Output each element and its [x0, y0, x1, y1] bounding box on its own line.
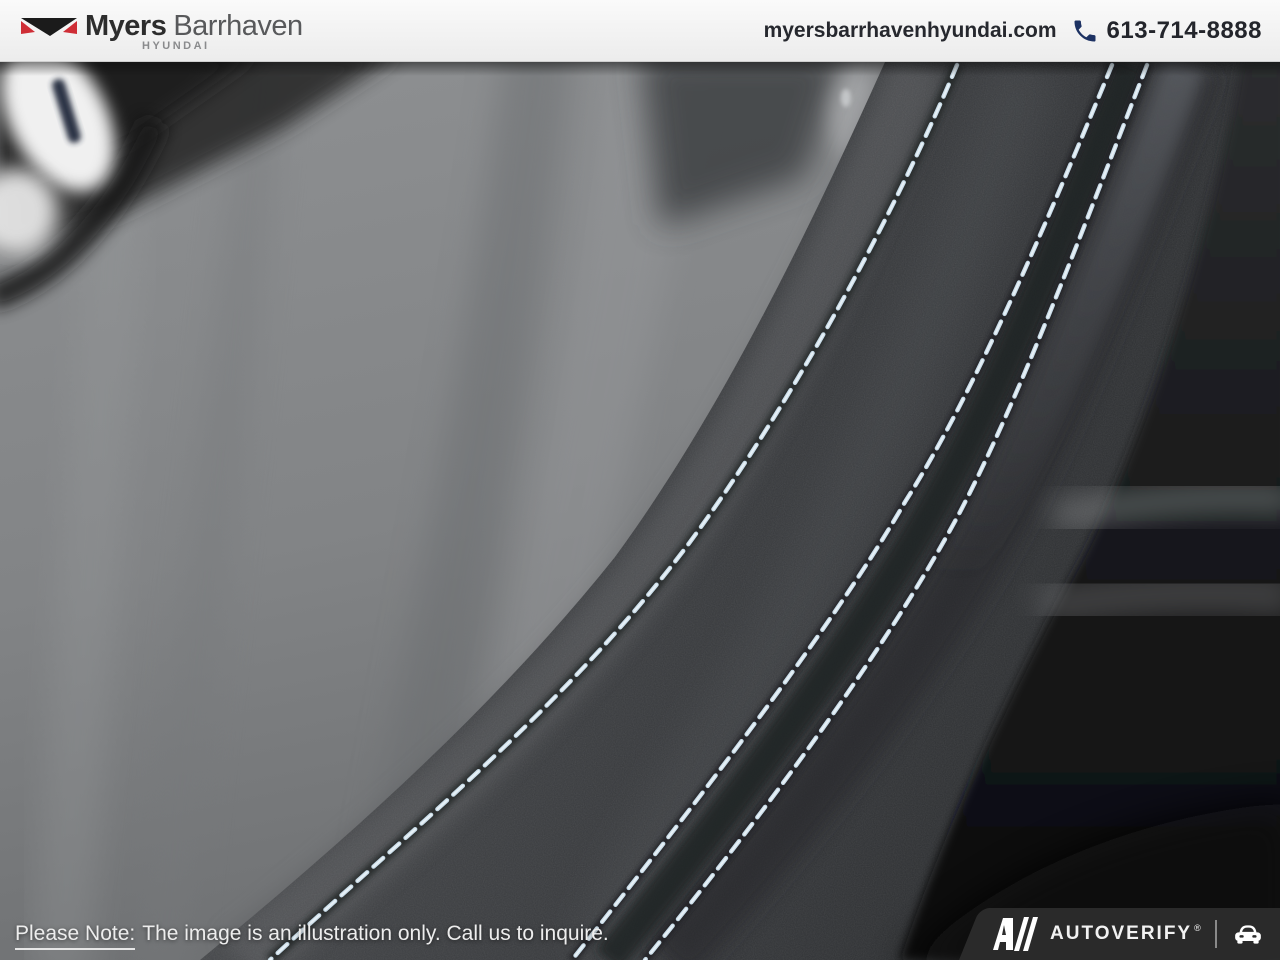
disclaimer-text: The image is an illustration only. Call … — [142, 922, 609, 945]
badge-divider — [1215, 920, 1217, 948]
phone-icon — [1071, 17, 1099, 45]
autoverify-badge[interactable]: AUTOVERIFY® — [958, 908, 1280, 960]
car-icon — [1233, 923, 1263, 945]
dealer-brand: HYUNDAI — [142, 40, 303, 52]
vehicle-photo — [0, 62, 1280, 960]
autoverify-label: AUTOVERIFY — [1050, 923, 1192, 945]
disclaimer-note: Please Note:The image is an illustration… — [15, 922, 609, 946]
dealer-logo[interactable]: Myers Barrhaven HYUNDAI — [20, 10, 303, 52]
myers-logo-icon — [20, 15, 78, 37]
registered-mark: ® — [1194, 923, 1201, 933]
header-bar: Myers Barrhaven HYUNDAI myersbarrhavenhy… — [0, 0, 1280, 62]
dealer-name-secondary: Barrhaven — [173, 10, 302, 43]
website-link[interactable]: myersbarrhavenhyundai.com — [764, 19, 1057, 43]
disclaimer-label: Please Note: — [15, 922, 135, 950]
page: Myers Barrhaven HYUNDAI myersbarrhavenhy… — [0, 0, 1280, 960]
phone-number[interactable]: 613-714-8888 — [1107, 17, 1262, 45]
autoverify-logo-icon — [992, 917, 1040, 951]
dealer-name-primary: Myers — [85, 10, 166, 43]
